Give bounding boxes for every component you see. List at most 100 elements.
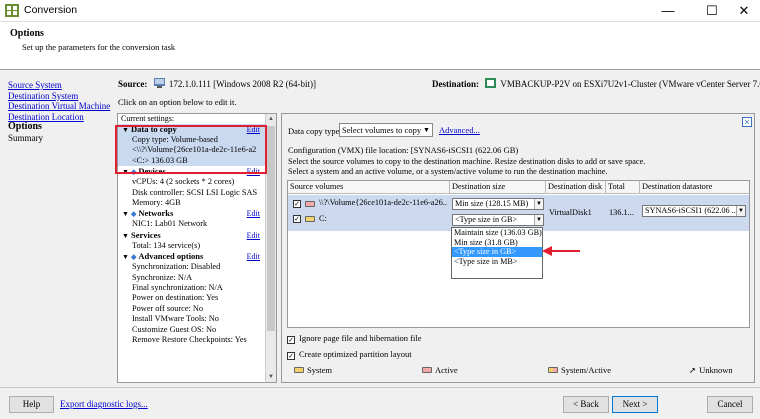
table-row[interactable]: ✓ \\?\Volume{26ce101a-de2c-11e6-a26... M… xyxy=(288,195,749,231)
annotation-arrow-icon xyxy=(542,246,580,256)
ignore-pagefile-option[interactable]: ✓ Ignore page file and hibernation file xyxy=(287,333,422,344)
optimized-layout-checkbox[interactable]: ✓ xyxy=(287,352,295,360)
chevron-down-icon: ▼ xyxy=(736,206,745,216)
edit-services-link[interactable]: Edit xyxy=(247,230,260,241)
setting-line: Final synchronization: N/A xyxy=(132,283,223,293)
chevron-down-icon: ▼ xyxy=(534,199,543,209)
legend-label: System xyxy=(307,365,333,375)
active-volume-icon xyxy=(305,201,315,207)
settings-section-services[interactable]: ▼ Services Edit Total: 134 service(s) xyxy=(118,230,276,251)
size-option-selected[interactable]: <Type size in GB> xyxy=(452,247,542,257)
page-title: Options xyxy=(10,28,44,39)
system-volume-icon xyxy=(294,367,304,373)
setting-line: Synchronization: Disabled xyxy=(132,262,221,272)
wizard-header: Options Set up the parameters for the co… xyxy=(0,22,760,70)
legend-label: Active xyxy=(435,365,458,375)
export-logs-link[interactable]: Export diagnostic logs... xyxy=(60,399,148,409)
current-settings-header: Current settings: xyxy=(121,114,175,123)
size-option[interactable]: <Type size in MB> xyxy=(452,257,542,267)
volume-checkbox[interactable]: ✓ xyxy=(293,200,301,208)
optimized-layout-label: Create optimized partition layout xyxy=(299,349,412,359)
nav-item-destination-system[interactable]: Destination System xyxy=(8,91,110,102)
volume-checkbox[interactable]: ✓ xyxy=(293,215,301,223)
collapse-triangle-icon: ▼ xyxy=(122,231,129,240)
destination-info: Destination: VMBACKUP-P2V on ESXi7U2v1-C… xyxy=(432,78,760,89)
maximize-button[interactable]: ☐ xyxy=(696,0,728,22)
copy-type-value: Select volumes to copy xyxy=(342,125,422,135)
settings-section-networks[interactable]: ▼ ◆ Networks Edit NIC1: Lab01 Network xyxy=(118,208,276,229)
scrollbar-thumb[interactable] xyxy=(267,126,275,331)
collapse-triangle-icon: ▼ xyxy=(122,210,129,219)
destination-size-select[interactable]: <Type size in GB> ▼ xyxy=(452,214,544,226)
ignore-pagefile-checkbox[interactable]: ✓ xyxy=(287,336,295,344)
wizard-nav: Source System Destination System Destina… xyxy=(8,80,110,143)
copy-type-select[interactable]: Select volumes to copy ▼ xyxy=(339,123,433,137)
source-label: Source: xyxy=(118,79,148,89)
annotation-highlight-box xyxy=(115,125,267,174)
instructions-line-2: Select a system and an active volume, or… xyxy=(288,166,608,176)
data-to-copy-panel: × Data copy type: Select volumes to copy… xyxy=(281,113,755,383)
setting-line: Synchronize: N/A xyxy=(132,272,193,282)
page-subtitle: Set up the parameters for the conversion… xyxy=(22,42,176,52)
back-button[interactable]: < Back xyxy=(563,396,609,413)
optimized-layout-option[interactable]: ✓ Create optimized partition layout xyxy=(287,349,412,360)
volume-instructions: Select the source volumes to copy to the… xyxy=(288,157,645,176)
collapse-triangle-icon: ▼ xyxy=(122,253,129,262)
chevron-down-icon: ▼ xyxy=(534,215,543,225)
setting-line: NIC1: Lab01 Network xyxy=(132,219,208,229)
destination-datastore-select[interactable]: SYNAS6-iSCSI1 (622.06 ... ▼ xyxy=(642,205,746,217)
section-title: Advanced options xyxy=(138,251,204,262)
destination-datastore-value: SYNAS6-iSCSI1 (622.06 ... xyxy=(645,206,738,215)
total-value: 136.1... xyxy=(609,208,634,217)
volumes-table: Source volumes Destination size Destinat… xyxy=(287,180,750,328)
ignore-pagefile-label: Ignore page file and hibernation file xyxy=(299,333,422,343)
setting-line: Install VMware Tools: No xyxy=(132,314,219,324)
setting-line: Disk controller: SCSI LSI Logic SAS xyxy=(132,187,258,197)
advanced-link[interactable]: Advanced... xyxy=(439,125,480,135)
scroll-up-icon[interactable]: ▲ xyxy=(266,114,276,124)
next-button[interactable]: Next > xyxy=(612,396,658,413)
nav-item-destination-vm[interactable]: Destination Virtual Machine xyxy=(8,101,110,112)
destination-size-value: <Type size in GB> xyxy=(455,215,518,224)
source-value: 172.1.0.111 [Windows 2008 R2 (64-bit)] xyxy=(168,79,317,89)
vm-icon xyxy=(485,78,497,88)
nav-item-summary: Summary xyxy=(8,132,43,143)
scroll-down-icon[interactable]: ▼ xyxy=(266,372,276,382)
size-option[interactable]: Maintain size (136.03 GB) xyxy=(452,228,542,238)
setting-line: vCPUs: 4 (2 sockets * 2 cores) xyxy=(132,177,235,187)
app-icon xyxy=(5,4,19,17)
minimize-button[interactable]: — xyxy=(652,0,684,22)
edit-advanced-link[interactable]: Edit xyxy=(247,251,260,262)
help-button[interactable]: Help xyxy=(9,396,54,413)
system-active-volume-icon xyxy=(548,367,558,373)
close-panel-icon[interactable]: × xyxy=(742,117,752,127)
section-title: Networks xyxy=(138,208,174,219)
setting-line: Power on destination: Yes xyxy=(132,293,219,303)
size-option[interactable]: Min size (31.8 GB) xyxy=(452,238,542,248)
size-dropdown-list[interactable]: Maintain size (136.03 GB) Min size (31.8… xyxy=(451,227,543,279)
column-header-destination-size[interactable]: Destination size xyxy=(450,181,546,194)
window-title: Conversion xyxy=(24,4,78,16)
source-volume-name: \\?\Volume{26ce101a-de2c-11e6-a26... xyxy=(319,198,447,207)
destination-size-select[interactable]: Min size (128.15 MB) ▼ xyxy=(452,198,544,210)
cancel-button[interactable]: Cancel xyxy=(707,396,753,413)
source-volume-name: C: xyxy=(319,214,327,223)
column-header-destination-disk[interactable]: Destination disk xyxy=(546,181,606,194)
destination-value: VMBACKUP-P2V on ESXi7U2v1-Cluster (VMwar… xyxy=(500,79,760,89)
column-header-total[interactable]: Total xyxy=(606,181,640,194)
system-volume-icon xyxy=(305,216,315,222)
settings-section-advanced[interactable]: ▼ ◆ Advanced options Edit Synchronization: … xyxy=(118,251,276,345)
title-bar: Conversion — ☐ ✕ xyxy=(0,0,760,22)
edit-networks-link[interactable]: Edit xyxy=(247,208,260,219)
config-file-location: Configuration (VMX) file location: [SYNA… xyxy=(288,145,519,155)
source-info: Source: 172.1.0.111 [Windows 2008 R2 (64… xyxy=(118,78,316,89)
nav-item-source-system[interactable]: Source System xyxy=(8,80,110,91)
close-window-button[interactable]: ✕ xyxy=(728,0,760,22)
destination-label: Destination: xyxy=(432,79,479,89)
destination-disk-value: VirtualDisk1 xyxy=(549,208,592,217)
setting-line: Customize Guest OS: No xyxy=(132,324,217,334)
column-header-source-volumes[interactable]: Source volumes xyxy=(288,181,450,194)
column-header-destination-datastore[interactable]: Destination datastore xyxy=(640,181,749,194)
destination-size-value: Min size (128.15 MB) xyxy=(455,199,529,208)
section-title: Services xyxy=(131,229,161,240)
